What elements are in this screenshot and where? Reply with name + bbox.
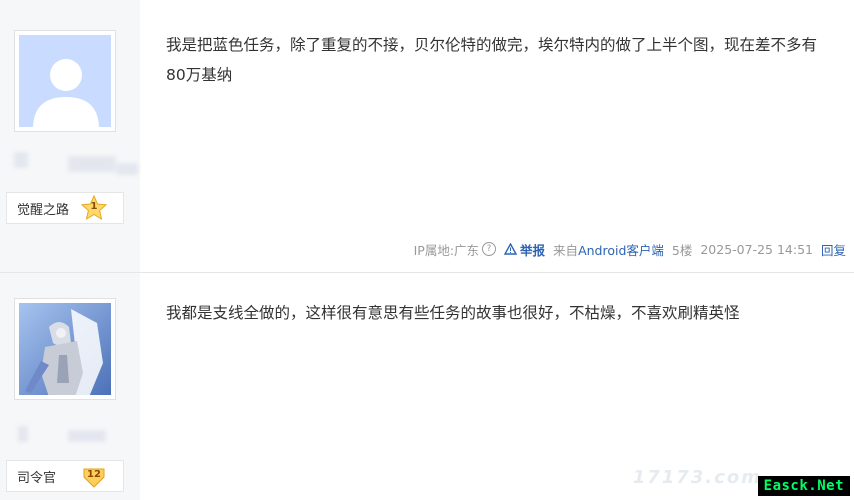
level-title: 觉醒之路	[17, 202, 70, 218]
report-label: 举报	[520, 242, 546, 258]
post-content: 我是把蓝色任务，除了重复的不接，贝尔伦特的做完，埃尔特内的做了上半个图，现在差不…	[166, 36, 818, 84]
user-level-badge[interactable]: 司令官 12	[6, 460, 124, 492]
report-link[interactable]: 举报	[504, 240, 545, 259]
ip-location-label: IP属地:广东	[413, 242, 480, 258]
knight-avatar-icon	[19, 303, 111, 395]
warning-icon	[504, 243, 518, 255]
level-number: 1	[90, 201, 98, 212]
user-level-badge[interactable]: 觉醒之路 1	[6, 192, 124, 224]
floor-number: 5楼	[671, 242, 693, 258]
diamond-level-icon: 12	[81, 463, 107, 489]
default-avatar-icon	[19, 35, 111, 127]
username-redacted[interactable]	[14, 152, 28, 168]
avatar-default[interactable]	[14, 30, 116, 132]
username-redacted[interactable]	[68, 156, 116, 172]
username-redacted[interactable]	[18, 426, 28, 442]
star-level-icon: 1	[80, 194, 108, 221]
site-watermark-faint: 17173.com	[632, 467, 762, 488]
reply-link[interactable]: 回复	[821, 240, 846, 259]
username-redacted[interactable]	[68, 430, 106, 442]
level-title: 司令官	[17, 470, 57, 486]
avatar-knight[interactable]	[14, 298, 116, 400]
ip-location: IP属地:广东 ?	[413, 240, 497, 259]
source-prefix: 来自	[553, 242, 579, 258]
post-time: 2025-07-25 14:51	[700, 241, 813, 257]
android-client-link[interactable]: Android客户端	[578, 243, 664, 258]
post-meta: IP属地:广东 ? 举报 来自Android客户端 5楼 2025-07-25 …	[406, 239, 846, 259]
post-source: 来自Android客户端	[553, 240, 664, 259]
post-divider	[0, 272, 854, 273]
site-watermark: Easck.Net	[757, 476, 850, 496]
level-number: 12	[87, 469, 101, 480]
username-redacted	[116, 163, 138, 175]
post-content: 我都是支线全做的，这样很有意思有些任务的故事也很好，不枯燥，不喜欢刷精英怪	[166, 304, 740, 322]
help-icon[interactable]: ?	[482, 242, 497, 256]
